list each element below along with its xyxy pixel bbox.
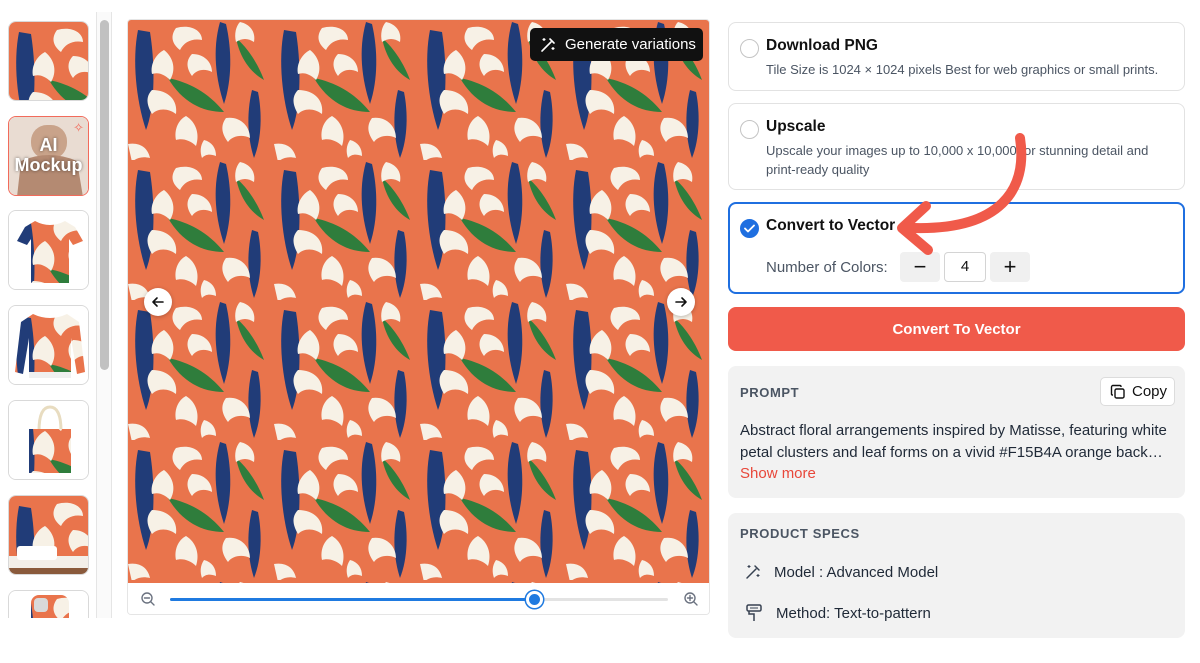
thumbnail-ai-mockup[interactable]: ✧ AI Mockup [8, 116, 89, 196]
number-of-colors-input[interactable]: 4 [944, 252, 986, 282]
prompt-line-2: petal clusters and leaf forms on a vivid… [740, 444, 1170, 461]
arrow-left-icon [152, 297, 164, 307]
show-more-link[interactable]: Show more [740, 465, 816, 482]
upscale-description: Upscale your images up to 10,000 x 10,00… [766, 143, 1149, 177]
prompt-card: PROMPT Copy Abstract floral arrangements… [728, 366, 1185, 498]
download-png-title: Download PNG [766, 37, 878, 54]
copy-label: Copy [1132, 383, 1168, 400]
ai-mockup-line1: AI [39, 135, 58, 155]
generate-variations-label: Generate variations [565, 36, 696, 53]
spec-method-row: Method: Text-to-pattern [744, 603, 931, 623]
zoom-slider-fill [170, 598, 534, 601]
phone-case-mockup-image [9, 591, 88, 618]
arrow-right-icon [675, 297, 687, 307]
zoom-slider[interactable] [170, 591, 668, 608]
download-png-description: Tile Size is 1024 × 1024 pixels Best for… [766, 62, 1159, 77]
spec-model: Model : Advanced Model [774, 563, 939, 581]
upscale-title: Upscale [766, 118, 826, 135]
pattern-preview: Generate variations [127, 19, 710, 615]
tshirt-mockup-image [9, 211, 88, 289]
magic-wand-icon [746, 565, 760, 579]
pattern-thumbnail-image [9, 22, 88, 100]
next-image-button[interactable] [667, 288, 695, 316]
spec-model-row: Model : Advanced Model [744, 563, 938, 581]
number-of-colors-label: Number of Colors: [766, 259, 888, 276]
zoom-slider-handle[interactable] [525, 591, 543, 608]
increase-colors-button[interactable]: + [990, 252, 1030, 282]
convert-to-vector-button[interactable]: Convert To Vector [728, 307, 1185, 351]
thumbnail-pattern[interactable] [8, 21, 89, 101]
thumbnail-wallpaper-room[interactable] [8, 495, 89, 575]
option-upscale[interactable]: Upscale Upscale your images up to 10,000… [728, 103, 1185, 190]
sweatshirt-mockup-image [9, 306, 88, 384]
thumbnail-tote-bag[interactable] [8, 400, 89, 480]
thumbnail-scrollbar[interactable] [96, 12, 112, 618]
thumbnail-phone-case[interactable] [8, 590, 89, 618]
copy-icon [1110, 384, 1125, 399]
previous-image-button[interactable] [144, 288, 172, 316]
ai-mockup-label: AI Mockup [9, 135, 88, 175]
paint-roller-icon [746, 604, 762, 621]
prompt-text: Abstract floral arrangements inspired by… [740, 420, 1170, 464]
scrollbar-thumb[interactable] [100, 20, 109, 370]
zoom-out-icon[interactable] [140, 591, 156, 607]
product-specs-card: PRODUCT SPECS Model : Advanced Model Met… [728, 513, 1185, 638]
convert-to-vector-radio[interactable] [740, 219, 759, 238]
magic-wand-icon [541, 37, 555, 52]
option-convert-to-vector[interactable]: Convert to Vector Number of Colors: − 4 … [728, 202, 1185, 294]
option-download-png[interactable]: Download PNG Tile Size is 1024 × 1024 pi… [728, 22, 1185, 91]
checkmark-icon [744, 224, 755, 233]
prompt-line-1: Abstract floral arrangements inspired by… [740, 422, 1167, 439]
sparkle-icon: ✧ [73, 120, 84, 135]
convert-to-vector-title: Convert to Vector [766, 217, 896, 234]
thumbnail-list: ✧ AI Mockup [0, 12, 96, 618]
zoom-in-icon[interactable] [683, 591, 699, 607]
pattern-image [128, 20, 709, 583]
download-png-radio[interactable] [740, 39, 759, 58]
room-mockup-image [9, 496, 88, 574]
decrease-colors-button[interactable]: − [900, 252, 940, 282]
ai-mockup-line2: Mockup [14, 155, 83, 175]
thumbnail-tshirt[interactable] [8, 210, 89, 290]
spec-method: Method: Text-to-pattern [776, 604, 931, 622]
thumbnail-sweatshirt[interactable] [8, 305, 89, 385]
prompt-section-label: PROMPT [740, 385, 800, 400]
tote-bag-mockup-image [9, 401, 88, 479]
app-root: ✧ AI Mockup Generate variations Download… [0, 0, 1200, 663]
upscale-radio[interactable] [740, 120, 759, 139]
product-specs-section-label: PRODUCT SPECS [740, 526, 860, 541]
zoom-bar [128, 583, 709, 614]
generate-variations-button[interactable]: Generate variations [530, 28, 703, 61]
copy-prompt-button[interactable]: Copy [1100, 377, 1175, 406]
